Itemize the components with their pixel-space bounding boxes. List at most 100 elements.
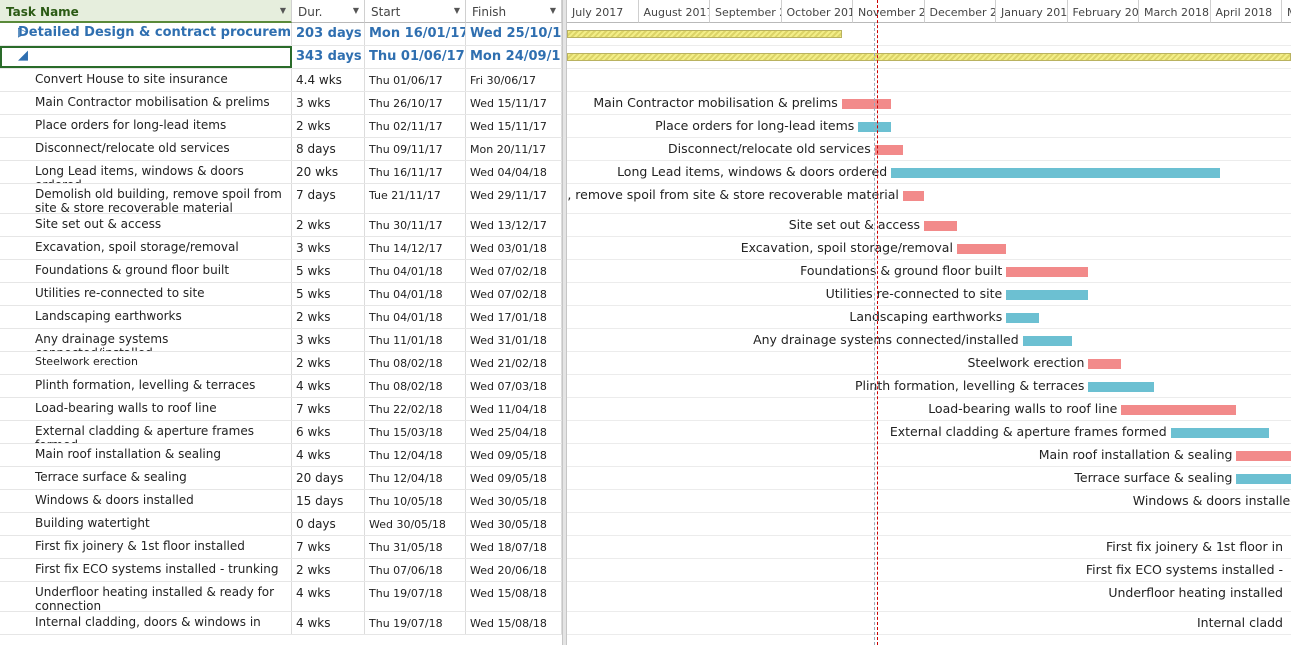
finish-cell[interactable]: Wed 15/11/17 <box>466 115 562 137</box>
duration-cell[interactable]: 4 wks <box>292 582 365 611</box>
task-row[interactable]: First fix ECO systems installed - trunki… <box>0 559 562 582</box>
task-bar[interactable] <box>891 168 1220 178</box>
task-bar[interactable] <box>1022 336 1072 346</box>
finish-cell[interactable]: Wed 17/01/18 <box>466 306 562 328</box>
task-name-cell[interactable]: Internal cladding, doors & windows in <box>0 612 292 634</box>
start-cell[interactable]: Thu 01/06/17 <box>365 46 466 68</box>
task-name-cell[interactable]: External cladding & aperture frames form… <box>0 421 292 443</box>
duration-cell[interactable]: 2 wks <box>292 306 365 328</box>
task-name-cell[interactable]: ◢ <box>0 46 292 68</box>
critical-task-bar[interactable] <box>841 99 892 109</box>
start-cell[interactable]: Thu 04/01/18 <box>365 283 466 305</box>
task-row[interactable]: Site set out & access 2 wks Thu 30/11/17 We… <box>0 214 562 237</box>
task-row[interactable]: Plinth formation, levelling & terraces 4 … <box>0 375 562 398</box>
critical-task-bar[interactable] <box>1088 359 1122 369</box>
duration-cell[interactable]: 7 days <box>292 184 365 213</box>
task-row[interactable]: Place orders for long-lead items 2 wks Thu… <box>0 115 562 138</box>
finish-cell[interactable]: Wed 15/08/18 <box>466 582 562 611</box>
summary-task-row[interactable]: ◢ 343 days Thu 01/06/17 Mon 24/09/18 <box>0 46 562 69</box>
finish-cell[interactable]: Wed 13/12/17 <box>466 214 562 236</box>
duration-cell[interactable]: 8 days <box>292 138 365 160</box>
duration-cell[interactable]: 2 wks <box>292 115 365 137</box>
finish-cell[interactable]: Wed 15/11/17 <box>466 92 562 114</box>
duration-cell[interactable]: 0 days <box>292 513 365 535</box>
start-cell[interactable]: Thu 19/07/18 <box>365 612 466 634</box>
start-cell[interactable]: Tue 21/11/17 <box>365 184 466 213</box>
task-name-cell[interactable]: Disconnect/relocate old services <box>0 138 292 160</box>
summary-task-row[interactable]: ▷ Detailed Design & contract procurement 2… <box>0 23 562 46</box>
duration-cell[interactable]: 3 wks <box>292 92 365 114</box>
duration-cell[interactable]: 15 days <box>292 490 365 512</box>
task-row[interactable]: External cladding & aperture frames form… <box>0 421 562 444</box>
task-name-cell[interactable]: Utilities re-connected to site <box>0 283 292 305</box>
task-name-cell[interactable]: Place orders for long-lead items <box>0 115 292 137</box>
task-row[interactable]: Demolish old building, remove spoil from… <box>0 184 562 214</box>
finish-cell[interactable]: Wed 04/04/18 <box>466 161 562 183</box>
critical-task-bar[interactable] <box>924 221 957 231</box>
finish-cell[interactable]: Mon 24/09/18 <box>466 46 562 68</box>
start-cell[interactable]: Thu 04/01/18 <box>365 260 466 282</box>
task-name-cell[interactable]: ▷ Detailed Design & contract procurement <box>0 23 292 45</box>
task-name-cell[interactable]: Demolish old building, remove spoil from… <box>0 184 292 213</box>
task-row[interactable]: Landscaping earthworks 2 wks Thu 04/01/18 W… <box>0 306 562 329</box>
finish-cell[interactable]: Wed 03/01/18 <box>466 237 562 259</box>
start-cell[interactable]: Thu 01/06/17 <box>365 69 466 91</box>
duration-cell[interactable]: 2 wks <box>292 559 365 581</box>
column-header-start[interactable]: Start ▼ <box>365 0 466 23</box>
start-cell[interactable]: Thu 08/02/18 <box>365 375 466 397</box>
duration-cell[interactable]: 5 wks <box>292 283 365 305</box>
duration-cell[interactable]: 20 days <box>292 467 365 489</box>
finish-cell[interactable]: Wed 21/02/18 <box>466 352 562 374</box>
start-cell[interactable]: Thu 19/07/18 <box>365 582 466 611</box>
critical-task-bar[interactable] <box>956 244 1007 254</box>
start-cell[interactable]: Thu 07/06/18 <box>365 559 466 581</box>
finish-cell[interactable]: Mon 20/11/17 <box>466 138 562 160</box>
collapse-triangle-icon[interactable]: ◢ <box>18 49 28 63</box>
finish-cell[interactable]: Wed 09/05/18 <box>466 467 562 489</box>
task-row[interactable]: Foundations & ground floor built 5 wks Thu… <box>0 260 562 283</box>
task-name-cell[interactable]: Terrace surface & sealing <box>0 467 292 489</box>
duration-cell[interactable]: 4 wks <box>292 444 365 466</box>
start-cell[interactable]: Thu 22/02/18 <box>365 398 466 420</box>
finish-cell[interactable]: Wed 20/06/18 <box>466 559 562 581</box>
start-cell[interactable]: Thu 11/01/18 <box>365 329 466 351</box>
start-cell[interactable]: Thu 15/03/18 <box>365 421 466 443</box>
start-cell[interactable]: Wed 30/05/18 <box>365 513 466 535</box>
duration-cell[interactable]: 20 wks <box>292 161 365 183</box>
task-name-cell[interactable]: Steelwork erection <box>0 352 292 374</box>
critical-task-bar[interactable] <box>1121 405 1237 415</box>
column-header-finish[interactable]: Finish ▼ <box>466 0 562 23</box>
task-name-cell[interactable]: Excavation, spoil storage/removal <box>0 237 292 259</box>
task-row[interactable]: First fix joinery & 1st floor installed 7… <box>0 536 562 559</box>
finish-cell[interactable]: Wed 15/08/18 <box>466 612 562 634</box>
task-name-cell[interactable]: Landscaping earthworks <box>0 306 292 328</box>
chevron-down-icon[interactable]: ▼ <box>550 6 556 15</box>
summary-bar[interactable] <box>567 53 1291 61</box>
duration-cell[interactable]: 2 wks <box>292 214 365 236</box>
column-header-duration[interactable]: Dur. ▼ <box>292 0 365 23</box>
start-cell[interactable]: Thu 12/04/18 <box>365 444 466 466</box>
duration-cell[interactable]: 5 wks <box>292 260 365 282</box>
duration-cell[interactable]: 7 wks <box>292 536 365 558</box>
start-cell[interactable]: Thu 09/11/17 <box>365 138 466 160</box>
task-bar[interactable] <box>1088 382 1155 392</box>
task-row[interactable]: Main Contractor mobilisation & prelims 3 … <box>0 92 562 115</box>
duration-cell[interactable]: 4 wks <box>292 612 365 634</box>
duration-cell[interactable]: 2 wks <box>292 352 365 374</box>
task-name-cell[interactable]: Any drainage systems connected/installed <box>0 329 292 351</box>
task-row[interactable]: Convert House to site insurance 4.4 wks Th… <box>0 69 562 92</box>
task-bar[interactable] <box>1236 474 1291 484</box>
duration-cell[interactable]: 203 days <box>292 23 365 45</box>
task-row[interactable]: Internal cladding, doors & windows in 4 w… <box>0 612 562 635</box>
task-name-cell[interactable]: Windows & doors installed <box>0 490 292 512</box>
start-cell[interactable]: Thu 08/02/18 <box>365 352 466 374</box>
critical-task-bar[interactable] <box>874 145 903 155</box>
duration-cell[interactable]: 7 wks <box>292 398 365 420</box>
duration-cell[interactable]: 3 wks <box>292 237 365 259</box>
task-row[interactable]: Windows & doors installed 15 days Thu 10/0… <box>0 490 562 513</box>
chevron-down-icon[interactable]: ▼ <box>353 6 359 15</box>
task-row[interactable]: Underfloor heating installed & ready for… <box>0 582 562 612</box>
task-name-cell[interactable]: Site set out & access <box>0 214 292 236</box>
task-bar[interactable] <box>1006 290 1089 300</box>
chevron-down-icon[interactable]: ▼ <box>280 6 286 15</box>
